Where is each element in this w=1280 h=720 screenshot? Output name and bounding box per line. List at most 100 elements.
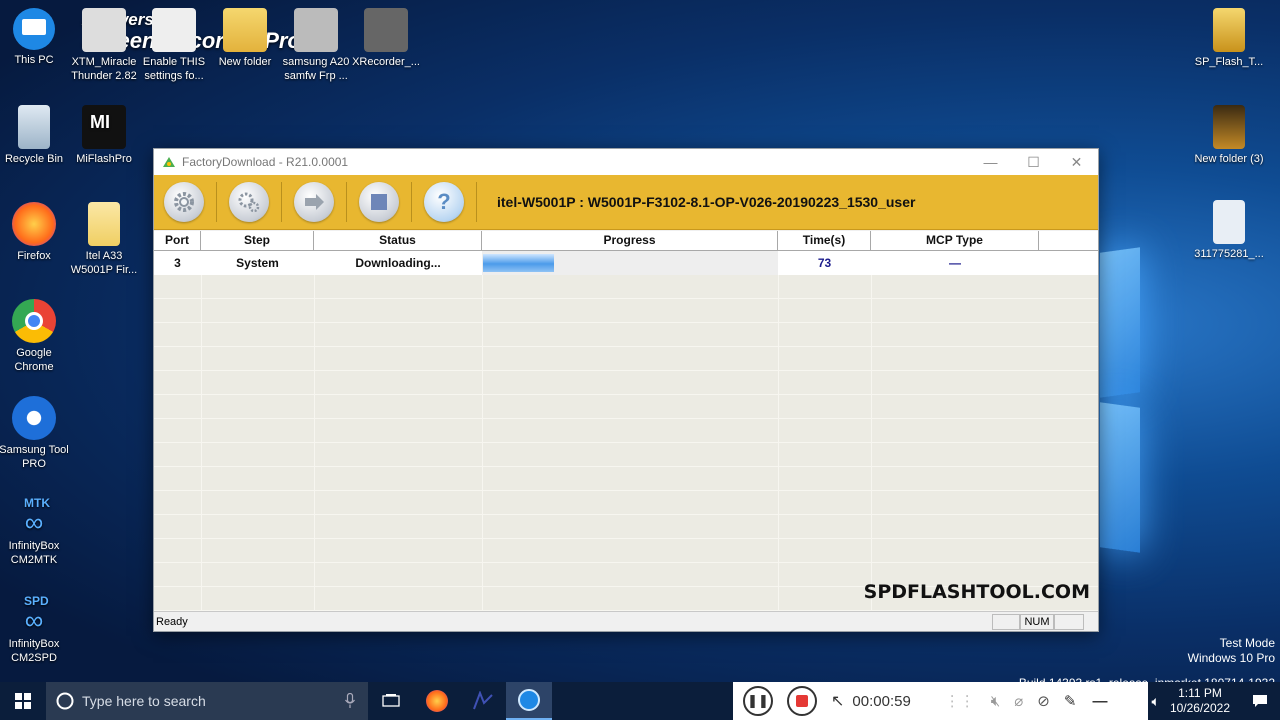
close-button[interactable]: ✕ <box>1055 149 1098 175</box>
desktop-icon-samsung-tool[interactable]: Samsung Tool PRO <box>0 396 70 471</box>
help-button[interactable]: ? <box>424 182 464 222</box>
pause-icon: ❚❚ <box>747 693 769 708</box>
window-title: FactoryDownload - R21.0.0001 <box>182 155 349 169</box>
monitor-icon <box>13 8 55 50</box>
desktop-icon-firefox[interactable]: Firefox <box>0 202 70 263</box>
microphone-icon[interactable] <box>344 693 356 709</box>
desktop-icon-samsung-a20[interactable]: samsung A20 samfw Frp ... <box>280 8 352 83</box>
desktop-icon-enable-settings[interactable]: Enable THIS settings fo... <box>138 8 210 83</box>
app-icon <box>163 157 175 167</box>
image-file-icon <box>1213 200 1245 244</box>
drag-handle-icon[interactable]: ⋮⋮ <box>945 692 975 710</box>
download-grid: Port Step Status Progress Time(s) MCP Ty… <box>154 231 1098 611</box>
desktop-icon-cm2mtk[interactable]: MTK ∞ InfinityBox CM2MTK <box>0 496 70 567</box>
pause-button[interactable]: ❚❚ <box>743 686 773 716</box>
toolbar-separator <box>281 182 282 222</box>
device-info: itel-W5001P : W5001P-F3102-8.1-OP-V026-2… <box>497 194 916 210</box>
notification-button[interactable] <box>1240 682 1280 720</box>
column-header-progress[interactable]: Progress <box>482 231 778 250</box>
windows-icon <box>15 693 31 709</box>
toolbar-separator <box>216 182 217 222</box>
minimize-recorder-icon[interactable]: — <box>1092 693 1107 710</box>
column-header-mcp-type[interactable]: MCP Type <box>871 231 1039 250</box>
mute-icon[interactable]: 🔇︎ <box>991 693 1000 710</box>
taskbar-search[interactable]: Type here to search <box>46 682 368 720</box>
gears-icon <box>238 192 260 213</box>
desktop-icon-this-pc[interactable]: This PC <box>0 8 70 67</box>
app-icon <box>82 8 126 52</box>
toolbar-separator <box>476 182 477 222</box>
toolbar-separator <box>411 182 412 222</box>
step-cell: System <box>236 256 279 270</box>
infinity-icon: MTK ∞ <box>24 496 50 537</box>
maximize-button[interactable]: ☐ <box>1012 149 1055 175</box>
help-icon: ? <box>437 189 451 214</box>
column-header-step[interactable]: Step <box>201 231 314 250</box>
notification-icon <box>1253 695 1267 707</box>
settings-button[interactable] <box>164 182 204 222</box>
camera-off-icon[interactable]: ⊘ <box>1037 692 1050 710</box>
column-header-status[interactable]: Status <box>314 231 482 250</box>
volume-icon[interactable]: 🔈︎ <box>1152 693 1160 710</box>
desktop-icon-chrome[interactable]: Google Chrome <box>0 299 70 374</box>
windows-logo-wallpaper <box>1100 247 1280 570</box>
system-tray: 🔈︎ 1:11 PM 10/26/2022 <box>1152 682 1280 720</box>
search-placeholder: Type here to search <box>82 693 206 709</box>
desktop-icon-miflashpro[interactable]: MI MiFlashPro <box>68 105 140 166</box>
column-header-time[interactable]: Time(s) <box>778 231 871 250</box>
grid-divider <box>201 275 202 611</box>
taskbar-screen-recorder[interactable] <box>506 682 552 720</box>
task-view-button[interactable] <box>368 682 414 720</box>
folder-icon <box>1213 8 1245 52</box>
stop-icon <box>796 695 808 707</box>
gear-icon <box>174 192 194 212</box>
recording-timer: 00:00:59 <box>852 692 911 710</box>
search-icon <box>56 692 74 710</box>
grid-divider <box>778 275 779 611</box>
firefox-icon <box>12 202 56 246</box>
mi-icon: MI <box>82 105 126 149</box>
grid-body <box>154 275 1098 611</box>
toolbar: ? itel-W5001P : W5001P-F3102-8.1-OP-V026… <box>154 175 1098 230</box>
desktop-icon-cm2spd[interactable]: SPD ∞ InfinityBox CM2SPD <box>0 594 70 665</box>
clock[interactable]: 1:11 PM 10/26/2022 <box>1170 686 1230 716</box>
mic-off-icon[interactable]: ⌀ <box>1014 692 1023 710</box>
minimize-button[interactable]: — <box>969 149 1012 175</box>
infinity-icon: SPD ∞ <box>24 594 49 635</box>
desktop-icon-sp-flash[interactable]: SP_Flash_T... <box>1193 8 1265 69</box>
desktop-icon-image-file[interactable]: 311775281_... <box>1193 200 1265 261</box>
column-header-port[interactable]: Port <box>154 231 201 250</box>
task-view-icon <box>382 694 400 707</box>
desktop-icon-itel-folder[interactable]: Itel A33 W5001P Fir... <box>68 202 140 277</box>
desktop-icon-recycle-bin[interactable]: Recycle Bin <box>0 105 70 166</box>
recycle-bin-icon <box>18 105 50 149</box>
folder-icon <box>1213 105 1245 149</box>
recorder-control-bar: ❚❚ ↖ 00:00:59 ⋮⋮ 🔇︎ ⌀ ⊘ ✎ — <box>733 682 1148 720</box>
video-file-icon <box>364 8 408 52</box>
desktop-icon-new-folder-3[interactable]: New folder (3) <box>1193 105 1265 166</box>
pen-icon[interactable]: ✎ <box>1064 692 1077 710</box>
grid-divider <box>314 275 315 611</box>
desktop-icon-new-folder[interactable]: New folder <box>209 8 281 69</box>
desktop-icon-xtm[interactable]: XTM_Miracle Thunder 2.82 <box>68 8 140 83</box>
taskbar-app[interactable] <box>460 682 506 720</box>
stop-button[interactable] <box>359 182 399 222</box>
options-button[interactable] <box>229 182 269 222</box>
progress-cell <box>482 251 778 275</box>
file-icon <box>152 8 196 52</box>
port-cell: 3 <box>174 256 181 270</box>
title-bar[interactable]: FactoryDownload - R21.0.0001 — ☐ ✕ <box>154 149 1098 175</box>
recorder-icon <box>518 689 540 711</box>
taskbar-firefox[interactable] <box>414 682 460 720</box>
app-icon <box>473 691 493 710</box>
grid-divider <box>482 275 483 611</box>
start-button[interactable] <box>294 182 334 222</box>
stop-recording-button[interactable] <box>787 686 817 716</box>
desktop-icon-xrecorder[interactable]: XRecorder_... <box>350 8 422 69</box>
firefox-icon <box>426 690 448 712</box>
stop-icon <box>371 194 387 210</box>
gear-icon <box>12 396 56 440</box>
toolbar-separator <box>346 182 347 222</box>
table-row[interactable]: 3 System Downloading... 73 — <box>154 251 1098 275</box>
start-button[interactable] <box>0 682 46 720</box>
